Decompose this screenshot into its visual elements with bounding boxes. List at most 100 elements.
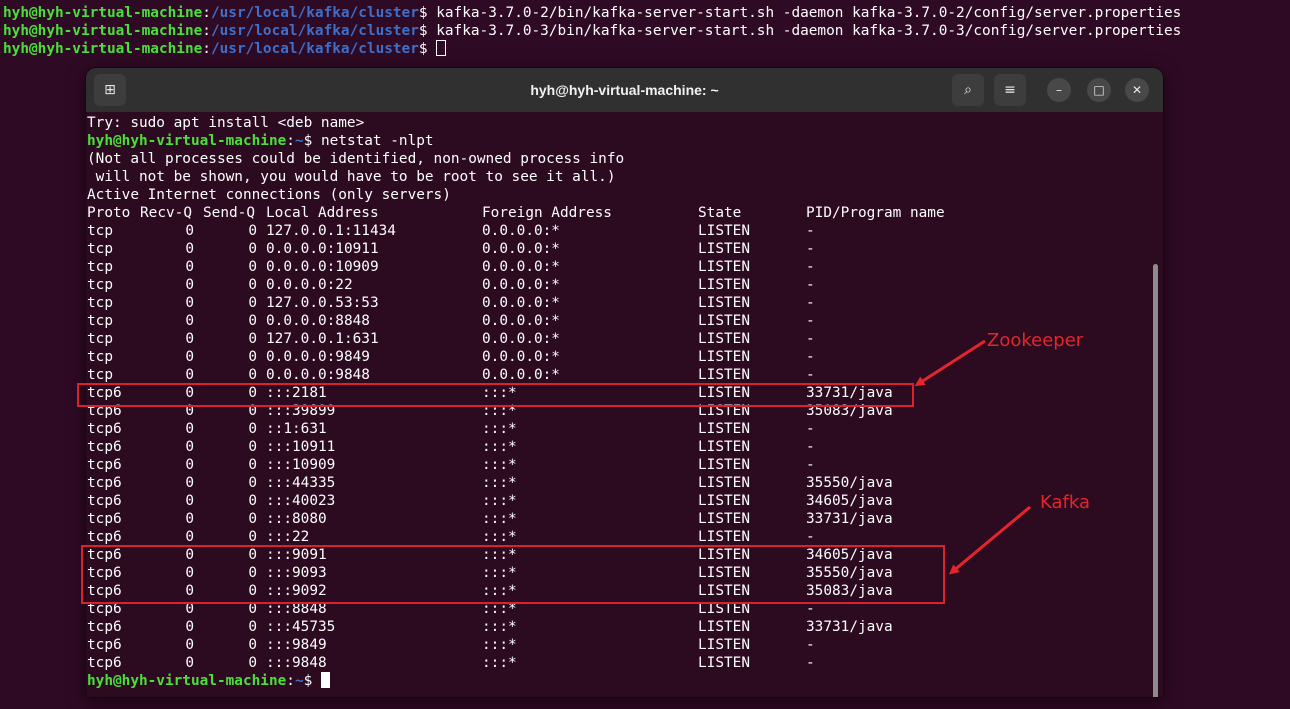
kafka-highlight-box (81, 545, 945, 604)
prompt-line[interactable]: hyh@hyh-virtual-machine:~$ (87, 672, 330, 690)
cell-proto: tcp (87, 259, 113, 275)
cell-pid: - (806, 241, 815, 257)
table-row: tcp6 0 0:::45735:::* LISTEN 33731/java (87, 618, 1127, 636)
cell-foreign: 0.0.0.0:* (482, 241, 560, 257)
cell-foreign: :::* (482, 637, 517, 653)
cell-recvq: 0 (185, 529, 194, 545)
cell-proto: tcp (87, 241, 113, 257)
cell-foreign: :::* (482, 619, 517, 635)
menu-button[interactable]: ≡ (994, 74, 1026, 106)
table-row: tcp6 0 0:::9849:::* LISTEN - (87, 636, 1127, 654)
cell-recvq: 0 (185, 367, 194, 383)
cell-pid: - (806, 457, 815, 473)
cell-state: LISTEN (698, 331, 750, 347)
cell-proto: tcp6 (87, 439, 122, 455)
cell-recvq: 0 (185, 277, 194, 293)
cell-pid: - (806, 331, 815, 347)
cell-foreign: :::* (482, 493, 517, 509)
cell-local: :::8080 (266, 511, 327, 527)
table-row: tcp 0 0 0.0.0.0:8848 0.0.0.0:* LISTEN - (87, 312, 1127, 330)
prompt-line: hyh@hyh-virtual-machine:~$ netstat -nlpt (87, 133, 434, 149)
cell-proto: tcp6 (87, 655, 122, 671)
cell-proto: tcp6 (87, 511, 122, 527)
cell-proto: tcp (87, 295, 113, 311)
cell-pid: - (806, 349, 815, 365)
cell-foreign: 0.0.0.0:* (482, 313, 560, 329)
cell-proto: tcp (87, 313, 113, 329)
table-row: tcp6 0 0:::8080:::* LISTEN 33731/java (87, 510, 1127, 528)
maximize-button[interactable]: □ (1087, 78, 1111, 102)
terminal-line: Try: sudo apt install <deb name> (87, 115, 365, 131)
table-row: tcp 0 0 0.0.0.0:9849 0.0.0.0:* LISTEN - (87, 348, 1127, 366)
cell-state: LISTEN (698, 493, 750, 509)
cell-recvq: 0 (185, 241, 194, 257)
cell-recvq: 0 (185, 259, 194, 275)
cell-recvq: 0 (185, 349, 194, 365)
table-row: tcp6 0 0:::9848:::* LISTEN - (87, 654, 1127, 672)
cell-proto: tcp (87, 349, 113, 365)
cell-state: LISTEN (698, 241, 750, 257)
bg-terminal-line: hyh@hyh-virtual-machine:/usr/local/kafka… (3, 5, 1182, 21)
hamburger-menu-icon: ≡ (1004, 82, 1016, 98)
cell-recvq: 0 (185, 655, 194, 671)
terminal-line: Active Internet connections (only server… (87, 187, 451, 203)
cell-recvq: 0 (185, 511, 194, 527)
cell-sendq: 0 (248, 241, 257, 257)
cell-sendq: 0 (248, 529, 257, 545)
cell-pid: 33731/java (806, 619, 893, 635)
cell-sendq: 0 (248, 295, 257, 311)
cell-local: :::44335 (266, 475, 336, 491)
cell-local: 127.0.0.1:631 (266, 331, 379, 347)
cell-local: :::22 (266, 529, 310, 545)
table-row: tcp 0 0 0.0.0.0:9848 0.0.0.0:* LISTEN - (87, 366, 1127, 384)
cell-sendq: 0 (248, 511, 257, 527)
cell-pid: 33731/java (806, 511, 893, 527)
cell-proto: tcp6 (87, 493, 122, 509)
cell-sendq: 0 (248, 313, 257, 329)
table-row: tcp 0 0 127.0.0.1:631 0.0.0.0:* LISTEN - (87, 330, 1127, 348)
cell-state: LISTEN (698, 259, 750, 275)
close-button[interactable]: ✕ (1125, 78, 1149, 102)
kafka-label: Kafka (1040, 492, 1090, 513)
cell-pid: - (806, 223, 815, 239)
cell-foreign: 0.0.0.0:* (482, 259, 560, 275)
cell-recvq: 0 (185, 223, 194, 239)
cell-proto: tcp (87, 223, 113, 239)
search-button[interactable]: ⌕ (952, 74, 984, 106)
scrollbar[interactable] (1153, 264, 1158, 697)
cell-sendq: 0 (248, 421, 257, 437)
cell-recvq: 0 (185, 331, 194, 347)
netstat-header: Proto Recv-Q Send-Q Local Address Foreig… (87, 205, 945, 221)
cell-proto: tcp6 (87, 619, 122, 635)
cell-pid: - (806, 529, 815, 545)
cell-state: LISTEN (698, 475, 750, 491)
cell-foreign: :::* (482, 421, 517, 437)
cell-pid: - (806, 277, 815, 293)
cell-local: 0.0.0.0:10911 (266, 241, 379, 257)
cell-state: LISTEN (698, 367, 750, 383)
cell-state: LISTEN (698, 313, 750, 329)
cell-local: :::10909 (266, 457, 336, 473)
minimize-button[interactable]: – (1047, 78, 1071, 102)
cell-sendq: 0 (248, 439, 257, 455)
maximize-icon: □ (1093, 83, 1105, 97)
bg-terminal-line: hyh@hyh-virtual-machine:/usr/local/kafka… (3, 23, 1182, 39)
cell-pid: - (806, 367, 815, 383)
bg-terminal-line[interactable]: hyh@hyh-virtual-machine:/usr/local/kafka… (3, 40, 447, 58)
cell-state: LISTEN (698, 655, 750, 671)
title-bar[interactable]: ⊞ hyh@hyh-virtual-machine: ~ ⌕ ≡ – □ ✕ (86, 68, 1163, 112)
cell-pid: - (806, 259, 815, 275)
cell-foreign: :::* (482, 529, 517, 545)
cell-recvq: 0 (185, 619, 194, 635)
cell-sendq: 0 (248, 277, 257, 293)
cell-state: LISTEN (698, 223, 750, 239)
cell-pid: - (806, 637, 815, 653)
cell-proto: tcp6 (87, 475, 122, 491)
cell-sendq: 0 (248, 619, 257, 635)
cell-sendq: 0 (248, 331, 257, 347)
cell-pid: 35550/java (806, 475, 893, 491)
table-row: tcp6 0 0::1:631:::* LISTEN - (87, 420, 1127, 438)
cell-proto: tcp (87, 367, 113, 383)
cell-recvq: 0 (185, 475, 194, 491)
cell-local: 0.0.0.0:10909 (266, 259, 379, 275)
